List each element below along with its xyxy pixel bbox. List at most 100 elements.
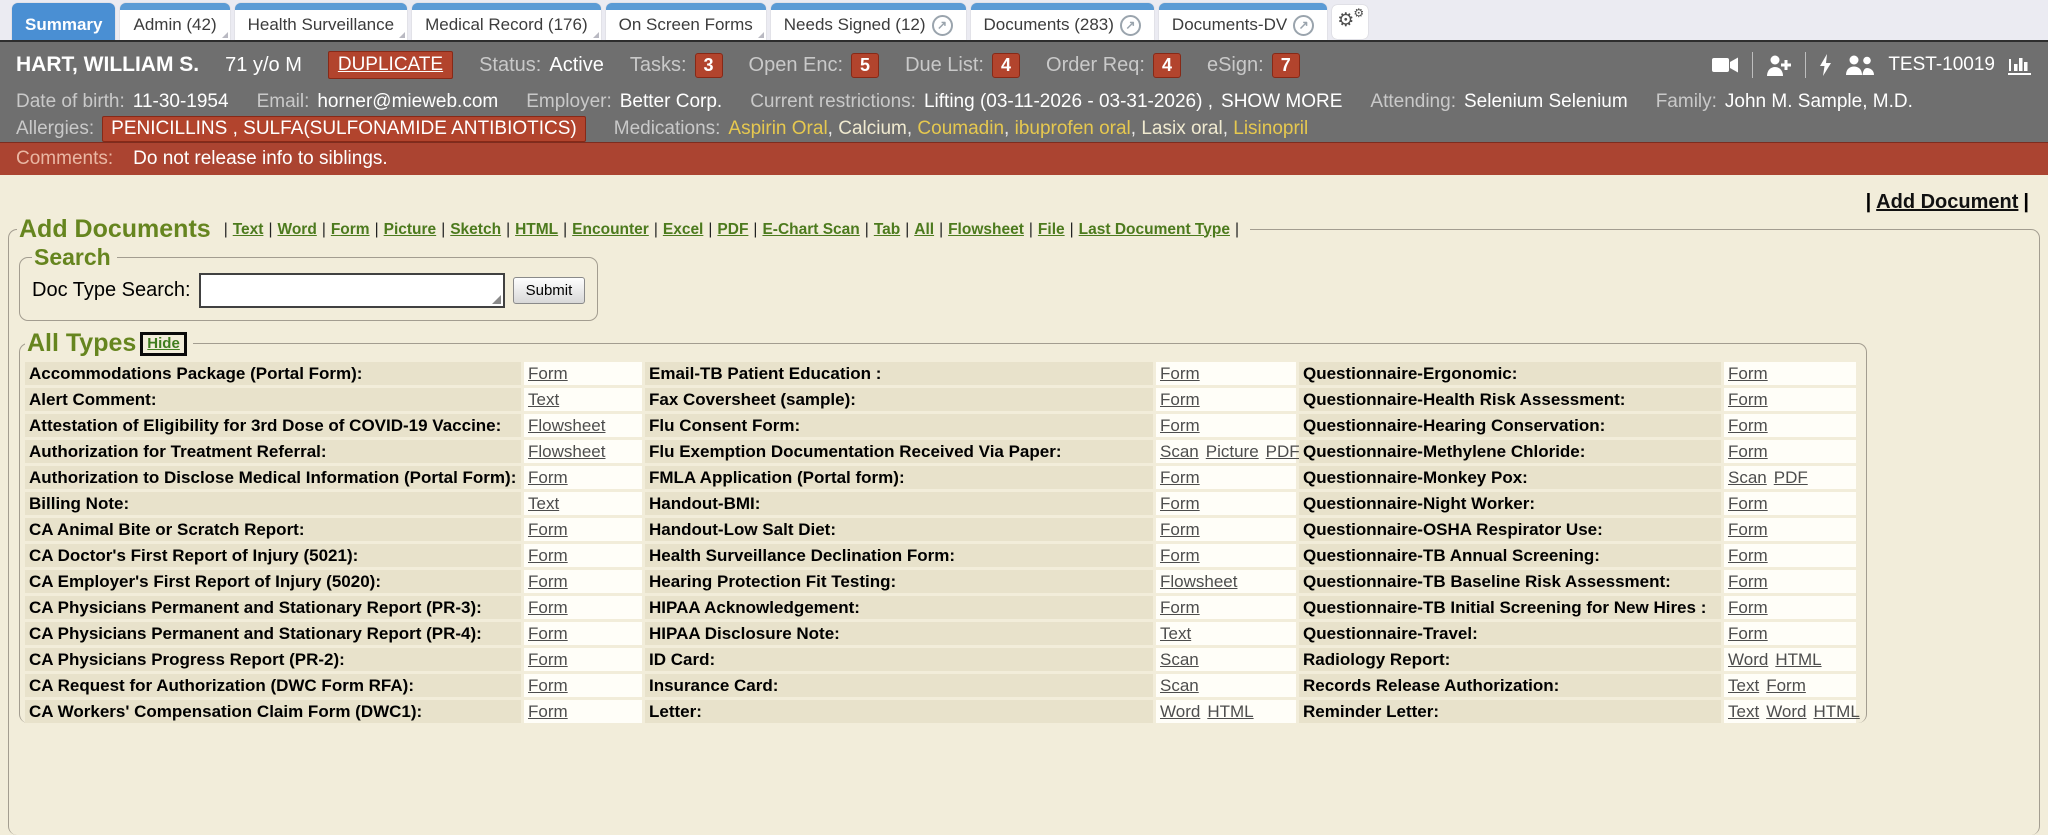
popout-icon[interactable]: ↗ (1293, 15, 1314, 36)
doc-link-text[interactable]: Text (1160, 624, 1191, 643)
doc-link-form[interactable]: Form (528, 702, 568, 721)
doc-link-form[interactable]: Form (1728, 364, 1768, 383)
doc-link-form[interactable]: Form (1728, 546, 1768, 565)
doc-link-flowsheet[interactable]: Flowsheet (1160, 572, 1237, 591)
doc-link-form[interactable]: Form (1160, 416, 1200, 435)
medication-link[interactable]: Lasix oral (1141, 118, 1222, 139)
doc-link-text[interactable]: Text (1728, 702, 1759, 721)
doc-link-form[interactable]: Form (1160, 546, 1200, 565)
add-doc-link-e-chart-scan[interactable]: E-Chart Scan (762, 221, 859, 239)
doc-link-text[interactable]: Text (528, 390, 559, 409)
show-more-link[interactable]: SHOW MORE (1221, 91, 1342, 113)
add-doc-link-picture[interactable]: Picture (384, 221, 437, 239)
add-doc-link-encounter[interactable]: Encounter (572, 221, 649, 239)
add-doc-link-sketch[interactable]: Sketch (450, 221, 501, 239)
hide-button[interactable]: Hide (140, 332, 187, 356)
doc-link-word[interactable]: Word (1160, 702, 1200, 721)
add-doc-link-form[interactable]: Form (331, 221, 370, 239)
patients-icon[interactable] (1845, 55, 1875, 75)
doc-link-text[interactable]: Text (528, 494, 559, 513)
doc-link-flowsheet[interactable]: Flowsheet (528, 442, 605, 461)
medication-link[interactable]: ibuprofen oral (1015, 118, 1131, 139)
doc-link-pdf[interactable]: PDF (1266, 442, 1300, 461)
counter-badge[interactable]: 7 (1272, 53, 1300, 78)
tab-medical-record-176[interactable]: Medical Record (176) (412, 3, 601, 40)
add-doc-link-all[interactable]: All (914, 221, 934, 239)
doc-link-form[interactable]: Form (1728, 572, 1768, 591)
doc-link-html[interactable]: HTML (1775, 650, 1821, 669)
doc-link-form[interactable]: Form (1160, 364, 1200, 383)
tab-documents-283[interactable]: Documents (283)↗ (971, 3, 1154, 40)
counter-badge[interactable]: 5 (851, 53, 879, 78)
doc-link-form[interactable]: Form (528, 520, 568, 539)
doc-link-scan[interactable]: Scan (1160, 442, 1199, 461)
doc-link-pdf[interactable]: PDF (1774, 468, 1808, 487)
counter-badge[interactable]: 4 (1153, 53, 1181, 78)
doc-link-form[interactable]: Form (1728, 494, 1768, 513)
doc-link-form[interactable]: Form (528, 546, 568, 565)
doc-link-form[interactable]: Form (1728, 390, 1768, 409)
doc-link-scan[interactable]: Scan (1160, 650, 1199, 669)
add-doc-link-tab[interactable]: Tab (874, 221, 900, 239)
doc-link-form[interactable]: Form (528, 676, 568, 695)
medication-link[interactable]: Coumadin (917, 118, 1004, 139)
counter-badge[interactable]: 4 (992, 53, 1020, 78)
doc-link-form[interactable]: Form (1728, 598, 1768, 617)
doc-link-form[interactable]: Form (1160, 390, 1200, 409)
video-camera-icon[interactable] (1712, 56, 1739, 74)
add-doc-link-html[interactable]: HTML (515, 221, 558, 239)
add-doc-link-word[interactable]: Word (277, 221, 316, 239)
chart-icon[interactable] (2008, 55, 2032, 75)
doc-link-form[interactable]: Form (1728, 416, 1768, 435)
doc-link-form[interactable]: Form (1766, 676, 1806, 695)
doc-type-search-input[interactable] (199, 273, 505, 308)
popout-icon[interactable]: ↗ (1120, 15, 1141, 36)
tab-documents-dv[interactable]: Documents-DV↗ (1159, 3, 1327, 40)
lightning-icon[interactable] (1819, 54, 1832, 76)
doc-link-form[interactable]: Form (528, 650, 568, 669)
doc-link-form[interactable]: Form (1160, 520, 1200, 539)
doc-link-form[interactable]: Form (528, 468, 568, 487)
add-doc-link-file[interactable]: File (1038, 221, 1065, 239)
doc-link-picture[interactable]: Picture (1206, 442, 1259, 461)
doc-link-html[interactable]: HTML (1207, 702, 1253, 721)
tab-summary[interactable]: Summary (12, 3, 115, 40)
doc-link-form[interactable]: Form (1728, 624, 1768, 643)
doc-link-form[interactable]: Form (1160, 598, 1200, 617)
doc-link-scan[interactable]: Scan (1160, 676, 1199, 695)
doc-link-form[interactable]: Form (1728, 442, 1768, 461)
doc-link-form[interactable]: Form (1728, 520, 1768, 539)
doc-link-html[interactable]: HTML (1814, 702, 1860, 721)
tab-health-surveillance[interactable]: Health Surveillance (235, 3, 407, 40)
doc-link-text[interactable]: Text (1728, 676, 1759, 695)
add-doc-link-excel[interactable]: Excel (663, 221, 704, 239)
medication-link[interactable]: Lisinopril (1233, 118, 1308, 139)
tab-admin-42[interactable]: Admin (42) (120, 3, 229, 40)
doc-link-word[interactable]: Word (1728, 650, 1768, 669)
submit-button[interactable]: Submit (513, 277, 586, 304)
doc-link-form[interactable]: Form (528, 364, 568, 383)
doc-link-form[interactable]: Form (528, 598, 568, 617)
doc-link-flowsheet[interactable]: Flowsheet (528, 416, 605, 435)
duplicate-badge[interactable]: DUPLICATE (328, 51, 453, 79)
medication-link[interactable]: Aspirin Oral (728, 118, 827, 139)
add-doc-link-last-document-type[interactable]: Last Document Type (1079, 221, 1230, 239)
doc-link-scan[interactable]: Scan (1728, 468, 1767, 487)
add-doc-link-flowsheet[interactable]: Flowsheet (948, 221, 1024, 239)
tab-on-screen-forms[interactable]: On Screen Forms (606, 3, 766, 40)
doc-link-word[interactable]: Word (1766, 702, 1806, 721)
medication-link[interactable]: Calcium (838, 118, 907, 139)
add-document-link[interactable]: Add Document (1876, 191, 2018, 213)
settings-button[interactable]: ⚙ ⚙ (1332, 5, 1368, 39)
counter-badge[interactable]: 3 (695, 53, 723, 78)
doc-link-form[interactable]: Form (528, 624, 568, 643)
add-doc-link-text[interactable]: Text (233, 221, 264, 239)
tab-needs-signed-12[interactable]: Needs Signed (12)↗ (771, 3, 966, 40)
add-person-icon[interactable] (1766, 55, 1792, 76)
doc-link-form[interactable]: Form (1160, 468, 1200, 487)
doc-link-form[interactable]: Form (1160, 494, 1200, 513)
add-doc-link-pdf[interactable]: PDF (717, 221, 748, 239)
popout-icon[interactable]: ↗ (932, 15, 953, 36)
allergies-badge[interactable]: PENICILLINS , SULFA(SULFONAMIDE ANTIBIOT… (102, 116, 586, 142)
doc-link-form[interactable]: Form (528, 572, 568, 591)
